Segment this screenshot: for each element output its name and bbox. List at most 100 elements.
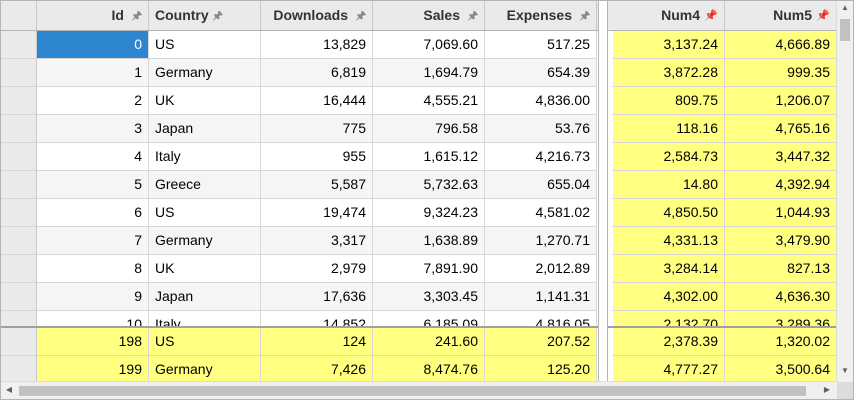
- column-header-id[interactable]: Id 🖈: [37, 1, 149, 30]
- cell-country[interactable]: Germany: [149, 227, 261, 255]
- cell-num4[interactable]: 2,584.73: [613, 143, 725, 171]
- vertical-scroll-thumb[interactable]: [840, 19, 850, 41]
- cell-num5[interactable]: 3,447.32: [725, 143, 837, 171]
- cell-id[interactable]: 10: [37, 311, 149, 326]
- cell-expenses[interactable]: 125.20: [485, 356, 597, 384]
- pin-icon[interactable]: 🖈: [576, 2, 590, 30]
- cell-country[interactable]: Greece: [149, 171, 261, 199]
- row-header[interactable]: [1, 356, 37, 384]
- cell-id[interactable]: 9: [37, 283, 149, 311]
- pinned-icon[interactable]: 📌: [704, 2, 718, 30]
- cell-country[interactable]: US: [149, 199, 261, 227]
- pin-icon[interactable]: 🖈: [213, 2, 227, 30]
- cell-sales[interactable]: 8,474.76: [373, 356, 485, 384]
- cell-id[interactable]: 2: [37, 87, 149, 115]
- cell-num4[interactable]: 3,137.24: [613, 31, 725, 59]
- cell-downloads[interactable]: 3,317: [261, 227, 373, 255]
- table-row[interactable]: 8 UK 2,979 7,891.90 2,012.89 3,284.14 827.13: [1, 255, 837, 283]
- cell-id[interactable]: 3: [37, 115, 149, 143]
- table-row[interactable]: 3 Japan 775 796.58 53.76 118.16 4,765.16: [1, 115, 837, 143]
- cell-expenses[interactable]: 53.76: [485, 115, 597, 143]
- cell-id[interactable]: 8: [37, 255, 149, 283]
- cell-sales[interactable]: 7,891.90: [373, 255, 485, 283]
- frozen-row[interactable]: 199 Germany 7,426 8,474.76 125.20 4,777.27 3,5…: [1, 356, 837, 384]
- grid-body[interactable]: 0 US 13,829 7,069.60 517.25 3,137.24 4,666.89 1…: [1, 31, 837, 326]
- cell-expenses[interactable]: 1,141.31: [485, 283, 597, 311]
- cell-sales[interactable]: 1,694.79: [373, 59, 485, 87]
- cell-num5[interactable]: 4,765.16: [725, 115, 837, 143]
- row-header[interactable]: [1, 255, 37, 283]
- column-header-num5[interactable]: Num5 📌: [725, 1, 837, 30]
- cell-expenses[interactable]: 654.39: [485, 59, 597, 87]
- table-row[interactable]: 2 UK 16,444 4,555.21 4,836.00 809.75 1,206.07: [1, 87, 837, 115]
- cell-expenses[interactable]: 4,216.73: [485, 143, 597, 171]
- pin-icon[interactable]: 🖈: [464, 2, 478, 30]
- cell-num5[interactable]: 1,320.02: [725, 328, 837, 356]
- table-row[interactable]: 5 Greece 5,587 5,732.63 655.04 14.80 4,392.94: [1, 171, 837, 199]
- cell-num4[interactable]: 4,302.00: [613, 283, 725, 311]
- cell-country[interactable]: Italy: [149, 311, 261, 326]
- cell-country[interactable]: US: [149, 31, 261, 59]
- cell-downloads[interactable]: 14,852: [261, 311, 373, 326]
- column-header-expenses[interactable]: Expenses 🖈: [485, 1, 597, 30]
- cell-num4[interactable]: 14.80: [613, 171, 725, 199]
- cell-downloads[interactable]: 124: [261, 328, 373, 356]
- cell-sales[interactable]: 1,638.89: [373, 227, 485, 255]
- cell-num4[interactable]: 3,872.28: [613, 59, 725, 87]
- column-header-sales[interactable]: Sales 🖈: [373, 1, 485, 30]
- cell-num5[interactable]: 1,044.93: [725, 199, 837, 227]
- cell-num5[interactable]: 999.35: [725, 59, 837, 87]
- table-row[interactable]: 10 Italy 14,852 6,185.09 4,816.05 2,132.70 3,2…: [1, 311, 837, 326]
- row-header[interactable]: [1, 283, 37, 311]
- cell-downloads[interactable]: 2,979: [261, 255, 373, 283]
- cell-country[interactable]: Japan: [149, 283, 261, 311]
- column-header-country[interactable]: Country 🖈: [149, 1, 261, 30]
- column-header-downloads[interactable]: Downloads 🖈: [261, 1, 373, 30]
- cell-num4[interactable]: 4,850.50: [613, 199, 725, 227]
- cell-id[interactable]: 7: [37, 227, 149, 255]
- cell-downloads[interactable]: 13,829: [261, 31, 373, 59]
- row-header[interactable]: [1, 115, 37, 143]
- column-header-num4[interactable]: Num4 📌: [613, 1, 725, 30]
- row-header[interactable]: [1, 143, 37, 171]
- table-row[interactable]: 9 Japan 17,636 3,303.45 1,141.31 4,302.00 4,63…: [1, 283, 837, 311]
- cell-id[interactable]: 6: [37, 199, 149, 227]
- cell-expenses[interactable]: 4,816.05: [485, 311, 597, 326]
- horizontal-scrollbar[interactable]: ◀ ▶: [1, 381, 837, 399]
- cell-country[interactable]: Germany: [149, 356, 261, 384]
- frozen-row[interactable]: 198 US 124 241.60 207.52 2,378.39 1,320.02: [1, 328, 837, 356]
- cell-sales[interactable]: 796.58: [373, 115, 485, 143]
- cell-num4[interactable]: 118.16: [613, 115, 725, 143]
- cell-id[interactable]: 199: [37, 356, 149, 384]
- cell-downloads[interactable]: 19,474: [261, 199, 373, 227]
- row-header[interactable]: [1, 31, 37, 59]
- cell-num4[interactable]: 2,132.70: [613, 311, 725, 326]
- cell-country[interactable]: UK: [149, 87, 261, 115]
- scroll-down-arrow-icon[interactable]: ▼: [837, 366, 853, 375]
- cell-country[interactable]: Germany: [149, 59, 261, 87]
- cell-num5[interactable]: 4,392.94: [725, 171, 837, 199]
- cell-expenses[interactable]: 207.52: [485, 328, 597, 356]
- data-grid[interactable]: Id 🖈 Country 🖈 Downloads 🖈 Sales 🖈 Expenses 🖈 Num4…: [0, 0, 854, 400]
- cell-downloads[interactable]: 17,636: [261, 283, 373, 311]
- pin-icon[interactable]: 🖈: [352, 2, 366, 30]
- cell-num4[interactable]: 809.75: [613, 87, 725, 115]
- cell-id[interactable]: 198: [37, 328, 149, 356]
- cell-num4[interactable]: 2,378.39: [613, 328, 725, 356]
- cell-num4[interactable]: 4,331.13: [613, 227, 725, 255]
- cell-num4[interactable]: 4,777.27: [613, 356, 725, 384]
- vertical-scrollbar[interactable]: ▲ ▼: [836, 1, 853, 382]
- cell-num5[interactable]: 3,500.64: [725, 356, 837, 384]
- row-header[interactable]: [1, 171, 37, 199]
- cell-downloads[interactable]: 7,426: [261, 356, 373, 384]
- cell-downloads[interactable]: 5,587: [261, 171, 373, 199]
- table-row[interactable]: 6 US 19,474 9,324.23 4,581.02 4,850.50 1,044.9…: [1, 199, 837, 227]
- table-row[interactable]: 0 US 13,829 7,069.60 517.25 3,137.24 4,666.89: [1, 31, 837, 59]
- cell-id[interactable]: 0: [37, 31, 149, 59]
- table-row[interactable]: 7 Germany 3,317 1,638.89 1,270.71 4,331.13 3,4…: [1, 227, 837, 255]
- cell-country[interactable]: Japan: [149, 115, 261, 143]
- row-header[interactable]: [1, 227, 37, 255]
- cell-expenses[interactable]: 4,581.02: [485, 199, 597, 227]
- cell-expenses[interactable]: 517.25: [485, 31, 597, 59]
- cell-country[interactable]: US: [149, 328, 261, 356]
